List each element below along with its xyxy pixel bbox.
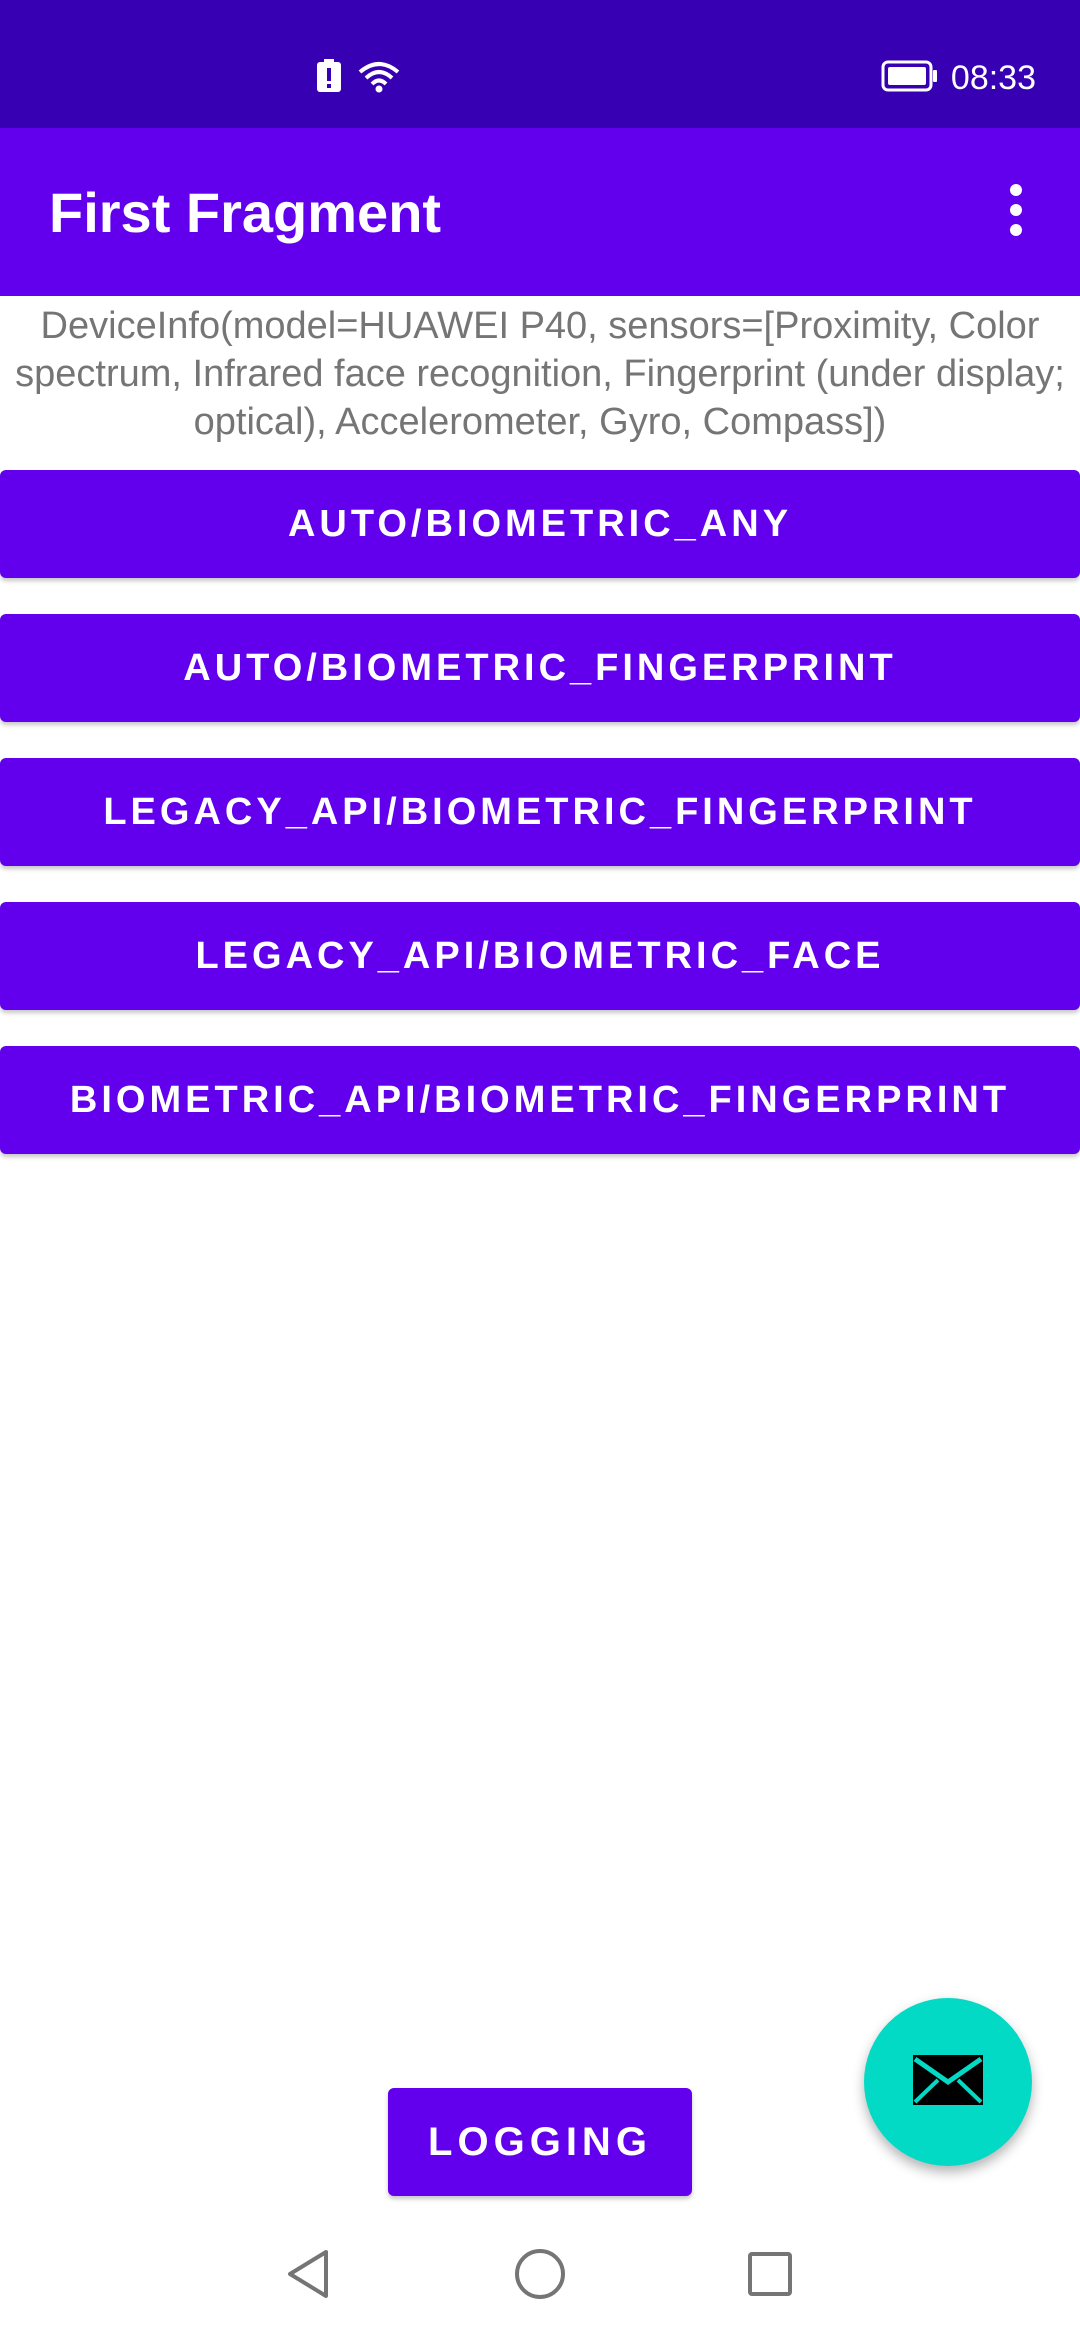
- nav-recents-button[interactable]: [730, 2236, 810, 2316]
- system-navigation-bar: [0, 2210, 1080, 2340]
- page-title: First Fragment: [49, 180, 442, 244]
- battery-icon: [881, 60, 939, 97]
- status-icons-right: 08:33: [881, 56, 1036, 100]
- legacy-api-biometric-fingerprint-button[interactable]: LEGACY_API/BIOMETRIC_FINGERPRINT: [0, 758, 1080, 866]
- email-icon: [910, 2052, 986, 2113]
- overflow-menu-button[interactable]: [976, 162, 1056, 262]
- status-bar: 08:33: [0, 0, 1080, 128]
- auto-biometric-fingerprint-button[interactable]: AUTO/BIOMETRIC_FINGERPRINT: [0, 614, 1080, 722]
- status-clock: 08:33: [950, 58, 1036, 97]
- more-vert-icon: [1006, 182, 1026, 243]
- device-info-text: DeviceInfo(model=HUAWEI P40, sensors=[Pr…: [15, 305, 1065, 443]
- logging-button[interactable]: LOGGING: [388, 2088, 692, 2196]
- auto-biometric-any-button[interactable]: AUTO/BIOMETRIC_ANY: [0, 470, 1080, 578]
- nav-home-button[interactable]: [500, 2236, 580, 2316]
- email-fab-button[interactable]: [864, 1998, 1032, 2166]
- status-icons-left: [316, 56, 402, 100]
- nav-back-button[interactable]: [268, 2236, 348, 2316]
- alert-battery-icon: [316, 58, 342, 98]
- app-bar: First Fragment: [0, 128, 1080, 296]
- wifi-icon: [356, 58, 402, 99]
- recents-icon: [746, 2250, 794, 2303]
- home-icon: [513, 2247, 567, 2306]
- biometric-api-biometric-fingerprint-button[interactable]: BIOMETRIC_API/BIOMETRIC_FINGERPRINT: [0, 1046, 1080, 1154]
- legacy-api-biometric-face-button[interactable]: LEGACY_API/BIOMETRIC_FACE: [0, 902, 1080, 1010]
- back-icon: [282, 2248, 334, 2305]
